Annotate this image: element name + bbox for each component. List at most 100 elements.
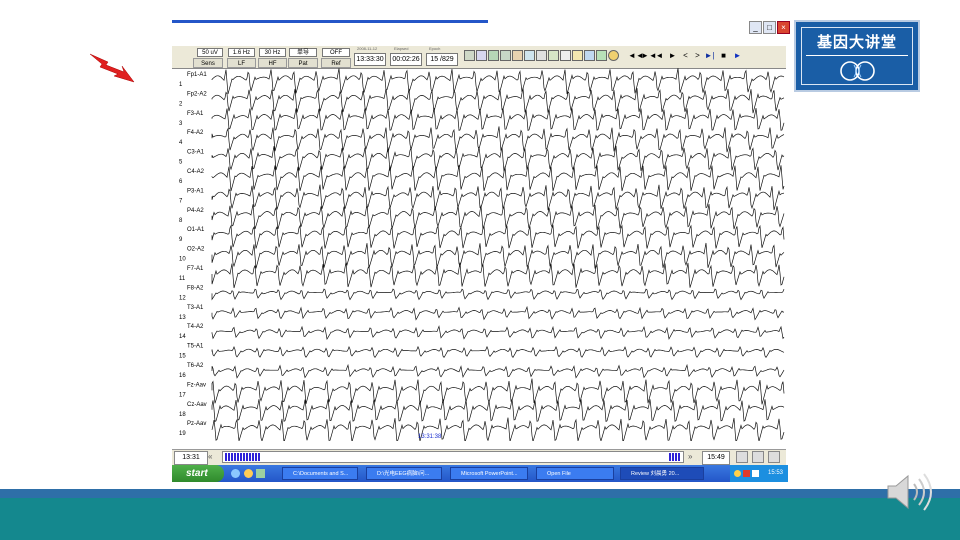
settings-icon[interactable] — [608, 50, 619, 61]
start-button[interactable]: start — [172, 465, 224, 482]
window-title-strip — [172, 20, 488, 23]
video-icon[interactable] — [524, 50, 535, 61]
fit-icon[interactable] — [768, 451, 780, 463]
pen-icon[interactable] — [572, 50, 583, 61]
lf-button[interactable]: LF — [227, 58, 256, 68]
first-page-button[interactable]: ◄◄ — [628, 50, 644, 62]
maximize-button[interactable]: □ — [763, 21, 776, 34]
hf-button[interactable]: HF — [258, 58, 287, 68]
fast-back-button[interactable]: ►◄ — [641, 50, 657, 62]
next-page-button[interactable]: ► — [667, 50, 678, 62]
lf-value[interactable]: 1.6 Hz — [228, 48, 255, 57]
eeg-trace — [211, 262, 785, 289]
minimize-button[interactable]: _ — [749, 21, 762, 34]
filter-icon[interactable] — [512, 50, 523, 61]
sens-value[interactable]: 50 uV — [197, 48, 223, 57]
eeg-trace — [211, 184, 785, 211]
channel-number: 12 — [179, 295, 186, 301]
waveform-icon[interactable] — [476, 50, 487, 61]
prev-page-button[interactable]: ◄ — [654, 50, 665, 62]
taskbar-item[interactable]: C:\Documents and S... — [282, 467, 358, 480]
date-caption: 2008-11-12 — [357, 46, 378, 51]
scroll-right-icon[interactable]: » — [688, 451, 692, 463]
save-icon[interactable] — [464, 50, 475, 61]
channel-label: F3-A1 — [187, 111, 204, 117]
quicklaunch-icon[interactable] — [256, 469, 265, 478]
channel-label: C3-A1 — [187, 150, 205, 156]
last-page-button[interactable]: ►| — [704, 50, 715, 62]
channel-number: 11 — [179, 276, 186, 282]
system-tray: 15:53 — [730, 465, 788, 482]
taskbar-item[interactable]: Open File — [536, 467, 614, 480]
clock-display: 13:33:30 — [354, 53, 386, 66]
quicklaunch-icon[interactable] — [231, 469, 240, 478]
timeline-scrollbar[interactable] — [222, 451, 684, 463]
map-icon[interactable] — [596, 50, 607, 61]
step-back-button[interactable]: < — [680, 50, 691, 62]
tray-icon[interactable] — [734, 470, 741, 477]
montage-icon[interactable] — [488, 50, 499, 61]
eeg-trace — [211, 68, 785, 95]
print-icon[interactable] — [536, 50, 547, 61]
zoom-out-icon[interactable] — [736, 451, 748, 463]
speaker-icon[interactable] — [884, 470, 936, 514]
channel-number: 19 — [179, 431, 186, 437]
epoch-caption: Epoch — [429, 46, 441, 51]
channel-number: 9 — [179, 237, 183, 243]
eeg-trace-panel[interactable]: Fp1-A1 1 Fp2-A2 2 F3-A1 3 F4-A2 4 C3-A1 5 C4-A2 6 P3… — [172, 68, 786, 441]
eeg-trace — [211, 203, 785, 230]
dna-logo-icon — [840, 61, 875, 81]
scroll-left-icon[interactable]: « — [208, 451, 212, 463]
step-forward-button[interactable]: > — [692, 50, 703, 62]
taskbar-item[interactable]: Review 刘晨勇 20... — [620, 467, 704, 480]
channel-number: 4 — [179, 140, 183, 146]
tray-clock: 15:53 — [767, 470, 783, 476]
channel-number: 3 — [179, 121, 183, 127]
tray-icon[interactable] — [743, 470, 750, 477]
grid-icon[interactable] — [500, 50, 511, 61]
spectrum-icon[interactable] — [584, 50, 595, 61]
taskbar-item[interactable]: Microsoft PowerPoint... — [450, 467, 528, 480]
eeg-trace — [211, 242, 785, 269]
pat-value[interactable]: 单导 — [289, 48, 317, 57]
channel-number: 2 — [179, 101, 183, 107]
channel-number: 8 — [179, 218, 183, 224]
zoom-in-icon[interactable] — [752, 451, 764, 463]
copy-icon[interactable] — [560, 50, 571, 61]
footer-band-blue — [0, 489, 960, 498]
channel-number: 5 — [179, 160, 183, 166]
ref-value[interactable]: OFF — [322, 48, 350, 57]
channel-number: 13 — [179, 315, 186, 321]
sens-button[interactable]: Sens — [193, 58, 223, 68]
channel-number: 1 — [179, 82, 183, 88]
ref-button[interactable]: Ref — [321, 58, 351, 68]
pat-button[interactable]: Pat — [288, 58, 318, 68]
channel-number: 16 — [179, 373, 186, 379]
channel-number: 7 — [179, 198, 183, 204]
play-button[interactable]: ► — [732, 50, 743, 62]
close-button[interactable]: × — [777, 21, 790, 34]
timeline-position-marker[interactable] — [225, 453, 261, 461]
channel-label: Cz-Aav — [187, 402, 207, 408]
channel-label: F8-A2 — [187, 285, 204, 291]
end-time-display: 15:49 — [702, 451, 730, 465]
lightning-arrow-icon — [89, 53, 135, 83]
taskbar-item[interactable]: D:\光电EEG病脑\问... — [366, 467, 442, 480]
hf-value[interactable]: 30 Hz — [259, 48, 286, 57]
timeline-end-marker — [669, 453, 681, 461]
channel-number: 6 — [179, 179, 183, 185]
channel-number: 17 — [179, 392, 186, 398]
window-controls: _ □ × — [748, 21, 790, 35]
eeg-trace — [211, 224, 785, 249]
quicklaunch-icon[interactable] — [244, 469, 253, 478]
eeg-trace — [211, 345, 785, 359]
channel-label: F4-A2 — [187, 130, 204, 136]
eeg-trace — [211, 363, 785, 379]
channel-label: O1-A1 — [187, 227, 205, 233]
tray-icon[interactable] — [752, 470, 759, 477]
report-icon[interactable] — [548, 50, 559, 61]
stop-button[interactable]: ■ — [718, 50, 729, 62]
channel-label: O2-A2 — [187, 247, 205, 253]
epoch-display: 15 /829 — [426, 53, 458, 66]
channel-number: 14 — [179, 334, 186, 340]
